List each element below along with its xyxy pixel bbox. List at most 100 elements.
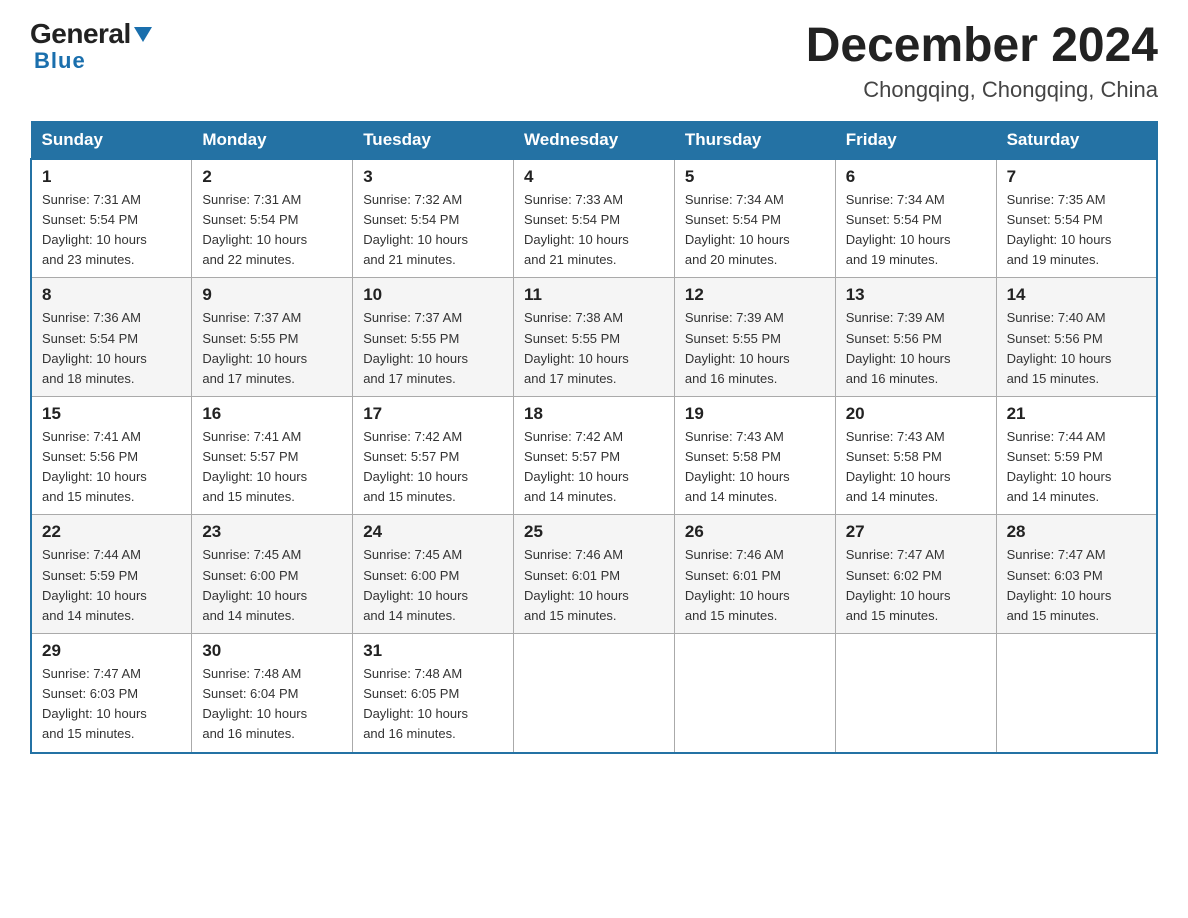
day-number: 29 (42, 641, 181, 661)
table-row: 14 Sunrise: 7:40 AM Sunset: 5:56 PM Dayl… (996, 278, 1157, 397)
table-row: 7 Sunrise: 7:35 AM Sunset: 5:54 PM Dayli… (996, 159, 1157, 278)
day-number: 10 (363, 285, 503, 305)
day-info: Sunrise: 7:35 AM Sunset: 5:54 PM Dayligh… (1007, 192, 1112, 267)
day-info: Sunrise: 7:47 AM Sunset: 6:03 PM Dayligh… (42, 666, 147, 741)
day-info: Sunrise: 7:33 AM Sunset: 5:54 PM Dayligh… (524, 192, 629, 267)
table-row (996, 634, 1157, 753)
day-info: Sunrise: 7:44 AM Sunset: 5:59 PM Dayligh… (42, 547, 147, 622)
day-number: 15 (42, 404, 181, 424)
month-title: December 2024 (806, 20, 1158, 73)
col-header-sunday: Sunday (31, 121, 192, 159)
table-row: 17 Sunrise: 7:42 AM Sunset: 5:57 PM Dayl… (353, 396, 514, 515)
day-number: 21 (1007, 404, 1146, 424)
day-info: Sunrise: 7:45 AM Sunset: 6:00 PM Dayligh… (202, 547, 307, 622)
table-row: 9 Sunrise: 7:37 AM Sunset: 5:55 PM Dayli… (192, 278, 353, 397)
table-row: 20 Sunrise: 7:43 AM Sunset: 5:58 PM Dayl… (835, 396, 996, 515)
day-number: 7 (1007, 167, 1146, 187)
day-number: 30 (202, 641, 342, 661)
day-number: 23 (202, 522, 342, 542)
table-row: 1 Sunrise: 7:31 AM Sunset: 5:54 PM Dayli… (31, 159, 192, 278)
day-info: Sunrise: 7:34 AM Sunset: 5:54 PM Dayligh… (846, 192, 951, 267)
day-number: 2 (202, 167, 342, 187)
col-header-wednesday: Wednesday (514, 121, 675, 159)
day-number: 25 (524, 522, 664, 542)
table-row: 31 Sunrise: 7:48 AM Sunset: 6:05 PM Dayl… (353, 634, 514, 753)
table-row: 8 Sunrise: 7:36 AM Sunset: 5:54 PM Dayli… (31, 278, 192, 397)
table-row: 11 Sunrise: 7:38 AM Sunset: 5:55 PM Dayl… (514, 278, 675, 397)
day-info: Sunrise: 7:46 AM Sunset: 6:01 PM Dayligh… (524, 547, 629, 622)
day-number: 14 (1007, 285, 1146, 305)
table-row: 23 Sunrise: 7:45 AM Sunset: 6:00 PM Dayl… (192, 515, 353, 634)
day-number: 20 (846, 404, 986, 424)
logo: General Blue (30, 20, 152, 74)
table-row (514, 634, 675, 753)
day-info: Sunrise: 7:32 AM Sunset: 5:54 PM Dayligh… (363, 192, 468, 267)
table-row: 6 Sunrise: 7:34 AM Sunset: 5:54 PM Dayli… (835, 159, 996, 278)
table-row: 22 Sunrise: 7:44 AM Sunset: 5:59 PM Dayl… (31, 515, 192, 634)
table-row: 5 Sunrise: 7:34 AM Sunset: 5:54 PM Dayli… (674, 159, 835, 278)
calendar-week-2: 8 Sunrise: 7:36 AM Sunset: 5:54 PM Dayli… (31, 278, 1157, 397)
day-info: Sunrise: 7:39 AM Sunset: 5:56 PM Dayligh… (846, 310, 951, 385)
day-number: 11 (524, 285, 664, 305)
table-row: 15 Sunrise: 7:41 AM Sunset: 5:56 PM Dayl… (31, 396, 192, 515)
day-info: Sunrise: 7:38 AM Sunset: 5:55 PM Dayligh… (524, 310, 629, 385)
table-row: 13 Sunrise: 7:39 AM Sunset: 5:56 PM Dayl… (835, 278, 996, 397)
day-info: Sunrise: 7:44 AM Sunset: 5:59 PM Dayligh… (1007, 429, 1112, 504)
day-info: Sunrise: 7:43 AM Sunset: 5:58 PM Dayligh… (685, 429, 790, 504)
table-row: 21 Sunrise: 7:44 AM Sunset: 5:59 PM Dayl… (996, 396, 1157, 515)
day-number: 28 (1007, 522, 1146, 542)
day-info: Sunrise: 7:47 AM Sunset: 6:02 PM Dayligh… (846, 547, 951, 622)
title-block: December 2024 Chongqing, Chongqing, Chin… (806, 20, 1158, 103)
table-row: 12 Sunrise: 7:39 AM Sunset: 5:55 PM Dayl… (674, 278, 835, 397)
day-info: Sunrise: 7:41 AM Sunset: 5:57 PM Dayligh… (202, 429, 307, 504)
day-info: Sunrise: 7:37 AM Sunset: 5:55 PM Dayligh… (202, 310, 307, 385)
logo-blue-text: Blue (34, 48, 86, 74)
calendar-week-5: 29 Sunrise: 7:47 AM Sunset: 6:03 PM Dayl… (31, 634, 1157, 753)
day-info: Sunrise: 7:45 AM Sunset: 6:00 PM Dayligh… (363, 547, 468, 622)
col-header-monday: Monday (192, 121, 353, 159)
col-header-thursday: Thursday (674, 121, 835, 159)
calendar-header-row: Sunday Monday Tuesday Wednesday Thursday… (31, 121, 1157, 159)
day-number: 1 (42, 167, 181, 187)
calendar-week-4: 22 Sunrise: 7:44 AM Sunset: 5:59 PM Dayl… (31, 515, 1157, 634)
calendar-week-1: 1 Sunrise: 7:31 AM Sunset: 5:54 PM Dayli… (31, 159, 1157, 278)
col-header-friday: Friday (835, 121, 996, 159)
day-info: Sunrise: 7:39 AM Sunset: 5:55 PM Dayligh… (685, 310, 790, 385)
day-number: 31 (363, 641, 503, 661)
day-info: Sunrise: 7:47 AM Sunset: 6:03 PM Dayligh… (1007, 547, 1112, 622)
day-info: Sunrise: 7:41 AM Sunset: 5:56 PM Dayligh… (42, 429, 147, 504)
table-row (835, 634, 996, 753)
day-number: 12 (685, 285, 825, 305)
day-info: Sunrise: 7:48 AM Sunset: 6:04 PM Dayligh… (202, 666, 307, 741)
table-row: 18 Sunrise: 7:42 AM Sunset: 5:57 PM Dayl… (514, 396, 675, 515)
location-subtitle: Chongqing, Chongqing, China (806, 77, 1158, 103)
table-row: 4 Sunrise: 7:33 AM Sunset: 5:54 PM Dayli… (514, 159, 675, 278)
day-info: Sunrise: 7:42 AM Sunset: 5:57 PM Dayligh… (363, 429, 468, 504)
day-info: Sunrise: 7:31 AM Sunset: 5:54 PM Dayligh… (202, 192, 307, 267)
day-number: 17 (363, 404, 503, 424)
day-info: Sunrise: 7:37 AM Sunset: 5:55 PM Dayligh… (363, 310, 468, 385)
day-info: Sunrise: 7:43 AM Sunset: 5:58 PM Dayligh… (846, 429, 951, 504)
col-header-saturday: Saturday (996, 121, 1157, 159)
day-info: Sunrise: 7:40 AM Sunset: 5:56 PM Dayligh… (1007, 310, 1112, 385)
day-number: 18 (524, 404, 664, 424)
table-row: 24 Sunrise: 7:45 AM Sunset: 6:00 PM Dayl… (353, 515, 514, 634)
day-number: 3 (363, 167, 503, 187)
day-number: 4 (524, 167, 664, 187)
day-number: 19 (685, 404, 825, 424)
day-number: 22 (42, 522, 181, 542)
day-info: Sunrise: 7:46 AM Sunset: 6:01 PM Dayligh… (685, 547, 790, 622)
day-number: 6 (846, 167, 986, 187)
table-row: 10 Sunrise: 7:37 AM Sunset: 5:55 PM Dayl… (353, 278, 514, 397)
table-row (674, 634, 835, 753)
day-number: 24 (363, 522, 503, 542)
day-info: Sunrise: 7:48 AM Sunset: 6:05 PM Dayligh… (363, 666, 468, 741)
calendar-week-3: 15 Sunrise: 7:41 AM Sunset: 5:56 PM Dayl… (31, 396, 1157, 515)
logo-general-text: General (30, 20, 152, 48)
col-header-tuesday: Tuesday (353, 121, 514, 159)
table-row: 29 Sunrise: 7:47 AM Sunset: 6:03 PM Dayl… (31, 634, 192, 753)
table-row: 28 Sunrise: 7:47 AM Sunset: 6:03 PM Dayl… (996, 515, 1157, 634)
table-row: 19 Sunrise: 7:43 AM Sunset: 5:58 PM Dayl… (674, 396, 835, 515)
table-row: 3 Sunrise: 7:32 AM Sunset: 5:54 PM Dayli… (353, 159, 514, 278)
day-number: 27 (846, 522, 986, 542)
